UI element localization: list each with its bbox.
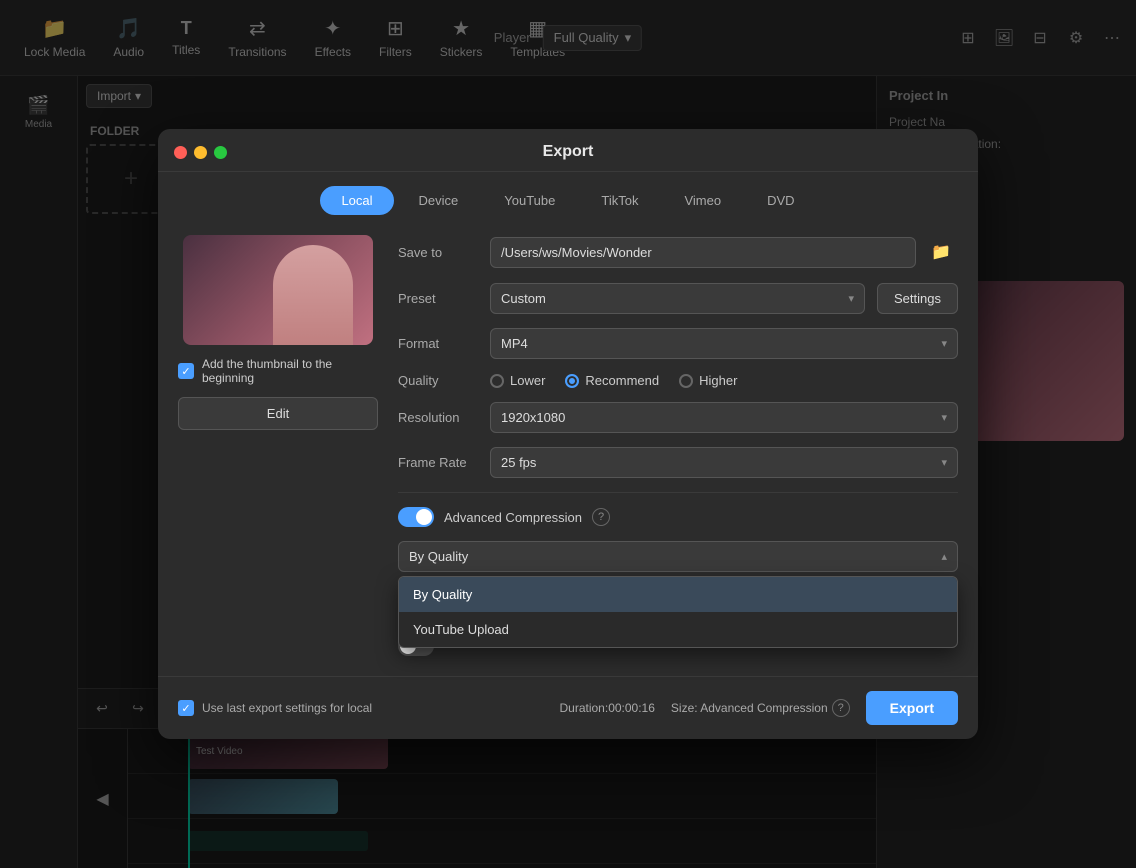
save-to-label: Save to bbox=[398, 245, 478, 260]
quality-label: Quality bbox=[398, 373, 478, 388]
frame-rate-row-label: Frame Rate bbox=[398, 455, 478, 470]
modal-titlebar: Export bbox=[158, 129, 978, 172]
save-to-path: /Users/ws/Movies/Wonder bbox=[490, 237, 916, 268]
tab-dvd[interactable]: DVD bbox=[746, 186, 815, 215]
export-button[interactable]: Export bbox=[866, 691, 958, 725]
preset-label: Preset bbox=[398, 291, 478, 306]
export-modal: Export Local Device YouTube TikTok Vimeo… bbox=[158, 129, 978, 739]
modal-footer: ✓ Use last export settings for local Dur… bbox=[158, 676, 978, 739]
quality-higher-radio[interactable] bbox=[679, 374, 693, 388]
format-chevron-icon: ▾ bbox=[941, 337, 947, 350]
last-export-label: Use last export settings for local bbox=[202, 701, 372, 715]
tab-youtube[interactable]: YouTube bbox=[483, 186, 576, 215]
frame-rate-chevron-icon: ▾ bbox=[941, 456, 947, 469]
format-label: Format bbox=[398, 336, 478, 351]
quality-higher-option[interactable]: Higher bbox=[679, 373, 737, 388]
compression-dropdown[interactable]: By Quality ▴ bbox=[398, 541, 958, 572]
edit-button[interactable]: Edit bbox=[178, 397, 378, 430]
quality-lower-radio[interactable] bbox=[490, 374, 504, 388]
resolution-chevron-icon: ▾ bbox=[941, 411, 947, 424]
path-row: /Users/ws/Movies/Wonder 📁 bbox=[490, 235, 958, 269]
resolution-dropdown[interactable]: 1920x1080 ▾ bbox=[490, 402, 958, 433]
frame-rate-dropdown[interactable]: 25 fps ▾ bbox=[490, 447, 958, 478]
last-export-checkbox[interactable]: ✓ bbox=[178, 700, 194, 716]
preset-chevron-icon: ▾ bbox=[848, 292, 854, 305]
minimize-btn[interactable] bbox=[194, 146, 207, 159]
resolution-row: Resolution 1920x1080 ▾ bbox=[398, 402, 958, 433]
frame-rate-row: Frame Rate 25 fps ▾ bbox=[398, 447, 958, 478]
footer-duration: Duration:00:00:16 bbox=[560, 701, 655, 715]
thumb-panel: ✓ Add the thumbnail to the beginning Edi… bbox=[178, 235, 378, 656]
folder-browse-btn[interactable]: 📁 bbox=[924, 235, 958, 269]
format-dropdown[interactable]: MP4 ▾ bbox=[490, 328, 958, 359]
compression-option-youtube-upload[interactable]: YouTube Upload bbox=[399, 612, 957, 647]
tab-tiktok[interactable]: TikTok bbox=[580, 186, 659, 215]
format-row: Format MP4 ▾ bbox=[398, 328, 958, 359]
modal-body: ✓ Add the thumbnail to the beginning Edi… bbox=[158, 225, 978, 676]
tab-vimeo[interactable]: Vimeo bbox=[663, 186, 742, 215]
thumb-preview bbox=[183, 235, 373, 345]
settings-panel: Save to /Users/ws/Movies/Wonder 📁 Preset… bbox=[398, 235, 958, 656]
thumb-person-figure bbox=[273, 245, 353, 345]
quality-recommend-label: Recommend bbox=[585, 373, 659, 388]
advanced-compression-label: Advanced Compression bbox=[444, 510, 582, 525]
resolution-row-label: Resolution bbox=[398, 410, 478, 425]
tab-device[interactable]: Device bbox=[398, 186, 480, 215]
advanced-compression-row: Advanced Compression ? bbox=[398, 507, 958, 527]
maximize-btn[interactable] bbox=[214, 146, 227, 159]
advanced-compression-toggle[interactable] bbox=[398, 507, 434, 527]
compression-dropdown-container: By Quality ▴ By Quality YouTube Upload bbox=[398, 541, 958, 572]
save-to-row: Save to /Users/ws/Movies/Wonder 📁 bbox=[398, 235, 958, 269]
thumbnail-checkbox[interactable]: ✓ bbox=[178, 363, 194, 379]
quality-recommend-radio[interactable] bbox=[565, 374, 579, 388]
quality-recommend-option[interactable]: Recommend bbox=[565, 373, 659, 388]
quality-options: Lower Recommend Higher bbox=[490, 373, 737, 388]
quality-lower-option[interactable]: Lower bbox=[490, 373, 545, 388]
preset-row: Preset Custom ▾ Settings bbox=[398, 283, 958, 314]
settings-divider bbox=[398, 492, 958, 493]
toggle-knob bbox=[416, 509, 432, 525]
tab-bar: Local Device YouTube TikTok Vimeo DVD bbox=[158, 172, 978, 225]
size-help-icon[interactable]: ? bbox=[832, 699, 850, 717]
settings-button[interactable]: Settings bbox=[877, 283, 958, 314]
preset-dropdown[interactable]: Custom ▾ bbox=[490, 283, 865, 314]
compression-option-by-quality[interactable]: By Quality bbox=[399, 577, 957, 612]
modal-title: Export bbox=[178, 143, 958, 161]
footer-checkbox-row: ✓ Use last export settings for local bbox=[178, 700, 372, 716]
quality-lower-label: Lower bbox=[510, 373, 545, 388]
advanced-compression-help-icon[interactable]: ? bbox=[592, 508, 610, 526]
quality-higher-label: Higher bbox=[699, 373, 737, 388]
traffic-lights bbox=[174, 146, 227, 159]
thumb-checkbox-row: ✓ Add the thumbnail to the beginning bbox=[178, 357, 378, 385]
tab-local[interactable]: Local bbox=[320, 186, 393, 215]
compression-chevron-icon: ▴ bbox=[941, 550, 947, 563]
footer-size: Size: Advanced Compression ? bbox=[671, 699, 850, 717]
thumbnail-checkbox-label: Add the thumbnail to the beginning bbox=[202, 357, 378, 385]
compression-dropdown-menu: By Quality YouTube Upload bbox=[398, 576, 958, 648]
close-btn[interactable] bbox=[174, 146, 187, 159]
quality-row: Quality Lower Recommend Higher bbox=[398, 373, 958, 388]
